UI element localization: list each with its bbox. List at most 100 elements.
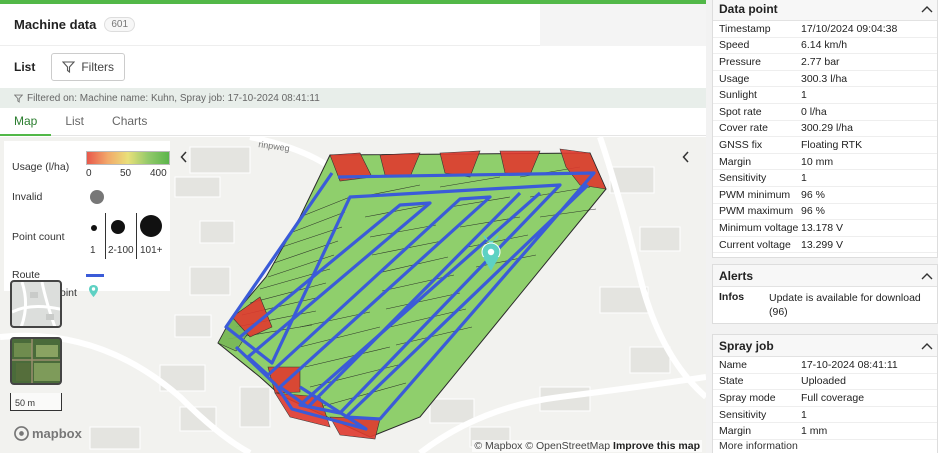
detail-value: 17-10-2024 08:41:11 <box>801 358 898 371</box>
map-legend: Usage (l/ha) 0 50 400 Invalid Point coun… <box>4 141 170 291</box>
spray-job-card-header[interactable]: Spray job <box>713 335 937 357</box>
detail-key: Margin <box>719 155 752 168</box>
chevron-up-icon <box>921 342 933 349</box>
detail-value: 1 <box>801 408 807 421</box>
detail-key: PWM minimum <box>719 188 791 201</box>
tab-map[interactable]: Map <box>0 110 52 136</box>
alert-row: Infos Update is available for download (… <box>713 287 937 323</box>
tab-list[interactable]: List <box>51 110 98 136</box>
mapbox-icon <box>14 426 29 441</box>
data-point-rows: Timestamp 17/10/2024 09:04:38 Speed 6.14 km… <box>713 21 937 254</box>
filter-icon <box>62 61 76 73</box>
detail-row: Current voltage 13.299 V <box>713 237 937 254</box>
detail-key: Current voltage <box>719 238 791 251</box>
detail-value: Full coverage <box>801 391 865 404</box>
detail-key: Minimum voltage <box>719 221 799 234</box>
map-view[interactable]: rinpweg Usage (l/ha) 0 50 400 Invalid Po… <box>0 137 706 453</box>
data-point-title: Data point <box>719 1 778 16</box>
attribution-text[interactable]: © Mapbox © OpenStreetMap <box>474 440 610 452</box>
record-count-badge: 601 <box>104 17 136 32</box>
alerts-card-header[interactable]: Alerts <box>713 265 937 287</box>
point-count-small-dot <box>91 225 97 231</box>
legend-data-point-label: oint <box>60 287 77 299</box>
detail-row: Timestamp 17/10/2024 09:04:38 <box>713 21 937 38</box>
point-count-tick: 1 <box>90 245 96 256</box>
filter-summary-text: Filtered on: Machine name: Kuhn, Spray j… <box>27 92 320 104</box>
detail-value: 13.299 V <box>801 238 844 251</box>
data-point-swatch-icon <box>88 284 99 298</box>
detail-value: 17/10/2024 09:04:38 <box>801 22 898 35</box>
detail-value: Uploaded <box>801 375 846 388</box>
detail-value: 96 % <box>801 188 825 201</box>
detail-key: PWM maximum <box>719 205 794 218</box>
chevron-left-icon <box>180 151 187 163</box>
alert-type: Infos <box>719 291 745 303</box>
detail-value: 1 <box>801 89 807 102</box>
detail-row: GNSS fix Floating RTK <box>713 137 937 154</box>
spray-job-card: Spray job Name 17-10-2024 08:41:11 State Up… <box>712 334 938 453</box>
map-style-streets-thumbnail[interactable] <box>10 280 62 328</box>
detail-key: Margin <box>719 425 752 438</box>
detail-value: 10 mm <box>801 155 834 168</box>
detail-value: 0 l/ha <box>801 105 827 118</box>
list-toolbar: List Filters <box>0 46 706 88</box>
detail-row: Spray mode Full coverage <box>713 390 937 407</box>
header-side-area <box>540 4 706 46</box>
tab-charts[interactable]: Charts <box>98 110 161 136</box>
detail-row: PWM maximum 96 % <box>713 204 937 221</box>
list-label: List <box>14 60 36 74</box>
detail-key: State <box>719 375 744 388</box>
detail-key: Cover rate <box>719 122 769 135</box>
detail-key: Timestamp <box>719 22 771 35</box>
detail-key: Pressure <box>719 55 762 68</box>
page-title: Machine data <box>14 17 97 32</box>
filters-button-label: Filters <box>81 60 115 74</box>
point-count-large-dot <box>140 215 162 237</box>
detail-key: Sunlight <box>719 89 757 102</box>
more-information-link[interactable]: More information <box>713 440 937 453</box>
improve-map-link[interactable]: Improve this map <box>613 440 700 452</box>
detail-key: Name <box>719 358 748 371</box>
legend-invalid-label: Invalid <box>12 191 43 203</box>
detail-value: 2.77 bar <box>801 55 840 68</box>
chevron-up-icon <box>921 5 933 12</box>
detail-value: Floating RTK <box>801 138 863 151</box>
invalid-dot <box>90 190 104 204</box>
chevron-up-icon <box>921 272 933 279</box>
detail-row: PWM minimum 96 % <box>713 187 937 204</box>
route-swatch <box>86 274 104 277</box>
detail-key: Spray mode <box>719 391 776 404</box>
panel-collapse-button[interactable] <box>676 147 696 167</box>
alerts-card: Alerts Infos Update is available for dow… <box>712 264 938 324</box>
usage-tick: 50 <box>120 168 132 179</box>
data-point-card-header[interactable]: Data point <box>713 0 937 21</box>
chevron-left-icon <box>682 151 689 163</box>
detail-value: 6.14 km/h <box>801 39 848 52</box>
detail-row: Sunlight 1 <box>713 87 937 104</box>
detail-key: Speed <box>719 39 750 52</box>
main-panel: Machine data 601 List Filters Filtered o… <box>0 0 706 453</box>
detail-value: 1 mm <box>801 425 828 438</box>
map-attribution: © Mapbox © OpenStreetMap Improve this ma… <box>472 440 702 452</box>
legend-divider <box>136 213 137 259</box>
detail-value: 300.29 l/ha <box>801 122 853 135</box>
detail-row: Minimum voltage 13.178 V <box>713 220 937 237</box>
filter-summary: Filtered on: Machine name: Kuhn, Spray j… <box>0 88 706 108</box>
legend-collapse-button[interactable] <box>174 147 194 167</box>
detail-key: Spot rate <box>719 105 762 118</box>
point-count-tick: 101+ <box>140 245 163 256</box>
view-tabs: Map List Charts <box>0 110 706 136</box>
map-style-satellite-thumbnail[interactable] <box>10 337 62 385</box>
usage-tick: 400 <box>150 168 167 179</box>
detail-value: 96 % <box>801 205 825 218</box>
filters-button[interactable]: Filters <box>51 53 126 81</box>
detail-row: Pressure 2.77 bar <box>713 54 937 71</box>
details-panel: Data point Timestamp 17/10/2024 09:04:38 S… <box>706 0 938 453</box>
detail-row: Usage 300.3 l/ha <box>713 71 937 88</box>
detail-row: Name 17-10-2024 08:41:11 <box>713 357 937 374</box>
data-point-card: Data point Timestamp 17/10/2024 09:04:38 S… <box>712 0 938 258</box>
street-label: rinpweg <box>258 139 291 153</box>
usage-tick: 0 <box>86 168 92 179</box>
point-count-tick: 2-100 <box>108 245 134 256</box>
detail-key: Usage <box>719 72 750 85</box>
